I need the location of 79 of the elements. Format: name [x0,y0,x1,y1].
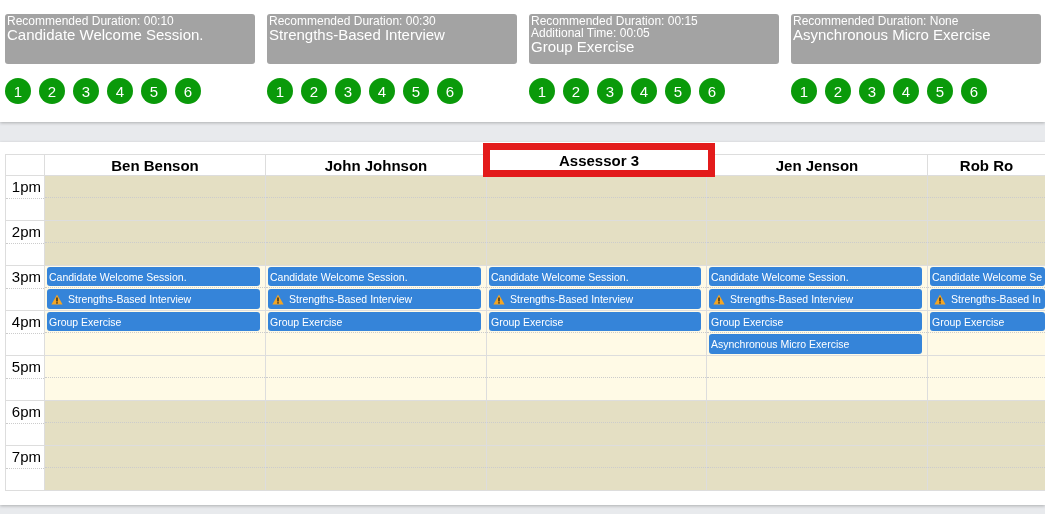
number-button[interactable]: 6 [961,78,987,104]
activity-title: Strengths-Based Interview [269,27,446,42]
time-label: 1pm [6,176,44,199]
event-block[interactable]: Group Exercise [268,312,481,332]
warning-icon [934,293,946,305]
number-button[interactable]: 1 [5,78,31,104]
event-block[interactable]: Group Exercise [47,312,260,332]
warning-icon [51,293,63,305]
hour-slot[interactable]: Candidate Welcome Session. Strengths-Based Interview [45,266,265,311]
number-button[interactable]: 5 [927,78,953,104]
column-header: Assessor 3 [483,143,715,177]
duration-text: Recommended Duration: 00:30 [269,15,437,27]
event-block[interactable]: Group Exercise [709,312,922,332]
number-button[interactable]: 6 [175,78,201,104]
event-block[interactable]: Group Exercise [930,312,1045,332]
duration-text: Recommended Duration: 00:10 [7,15,175,27]
activity-card[interactable]: Recommended Duration: 00:30 Strengths-Based Interview [267,14,517,64]
number-button[interactable]: 5 [665,78,691,104]
event-block[interactable]: Candidate Welcome Session. [268,267,481,287]
number-button[interactable]: 5 [141,78,167,104]
event-block[interactable]: Candidate Welcome Session. [709,267,922,287]
event-block[interactable]: Strengths-Based In [930,289,1045,309]
number-button[interactable]: 4 [893,78,919,104]
number-button[interactable]: 4 [107,78,133,104]
time-label: 6pm [6,401,44,424]
number-button[interactable]: 1 [791,78,817,104]
number-button[interactable]: 2 [39,78,65,104]
hour-slot[interactable]: Group Exercise [266,311,486,356]
event-block[interactable]: Strengths-Based Interview [268,289,481,309]
activity-card[interactable]: Recommended Duration: None Asynchronous Micro Exercise [791,14,1041,64]
number-button[interactable]: 5 [403,78,429,104]
hour-slot[interactable]: Group Exercise [928,311,1045,356]
hour-slot[interactable]: Candidate Welcome Session. Strengths-Based Interview [707,266,927,311]
activity-title: Candidate Welcome Session. [7,27,205,42]
activity-title: Group Exercise [531,39,636,54]
time-label: 4pm [6,311,44,334]
event-block[interactable]: Asynchronous Micro Exercise [709,334,922,354]
hour-slot[interactable]: Candidate Welcome Session. Strengths-Based Interview [266,266,486,311]
hour-slot[interactable]: Group Exercise Asynchronous Micro Exercise [707,311,927,356]
duration-text: Additional Time: 00:05 [531,27,651,39]
event-block[interactable]: Candidate Welcome Se [930,267,1045,287]
activity-card[interactable]: Recommended Duration: 00:10 Candidate Welcome Session. [5,14,255,64]
warning-icon [272,293,284,305]
time-label: 5pm [6,356,44,379]
event-block[interactable]: Strengths-Based Interview [47,289,260,309]
number-button[interactable]: 1 [529,78,555,104]
number-button[interactable]: 2 [301,78,327,104]
time-label: 3pm [6,266,44,289]
number-button[interactable]: 6 [437,78,463,104]
hour-slot[interactable]: Group Exercise [487,311,706,356]
number-button[interactable]: 3 [597,78,623,104]
duration-text: Recommended Duration: 00:15 [531,15,699,27]
warning-icon [493,293,505,305]
number-button[interactable]: 6 [699,78,725,104]
hour-slot[interactable]: Group Exercise [45,311,265,356]
number-button[interactable]: 1 [267,78,293,104]
number-button[interactable]: 4 [369,78,395,104]
event-block[interactable]: Strengths-Based Interview [489,289,701,309]
time-label: 2pm [6,221,44,244]
number-button[interactable]: 3 [73,78,99,104]
duration-text: Recommended Duration: None [793,15,960,27]
number-button[interactable]: 2 [563,78,589,104]
event-block[interactable]: Strengths-Based Interview [709,289,922,309]
number-button[interactable]: 4 [631,78,657,104]
hour-slot[interactable]: Candidate Welcome Se Strengths-Based In [928,266,1045,311]
event-block[interactable]: Candidate Welcome Session. [489,267,701,287]
time-label: 7pm [6,446,44,469]
column-header: Ben Benson [45,154,266,176]
activity-title: Asynchronous Micro Exercise [793,27,992,42]
event-block[interactable]: Candidate Welcome Session. [47,267,260,287]
number-button[interactable]: 2 [825,78,851,104]
event-block[interactable]: Group Exercise [489,312,701,332]
number-button[interactable]: 3 [335,78,361,104]
hour-slot[interactable] [487,176,706,221]
hour-slot[interactable]: Candidate Welcome Session. Strengths-Based Interview [487,266,706,311]
warning-icon [713,293,725,305]
column-header: Rob Ro [928,154,1045,176]
activity-card[interactable]: Recommended Duration: 00:15 Additional Time: 00:05 Group Exercise [529,14,779,64]
number-button[interactable]: 3 [859,78,885,104]
